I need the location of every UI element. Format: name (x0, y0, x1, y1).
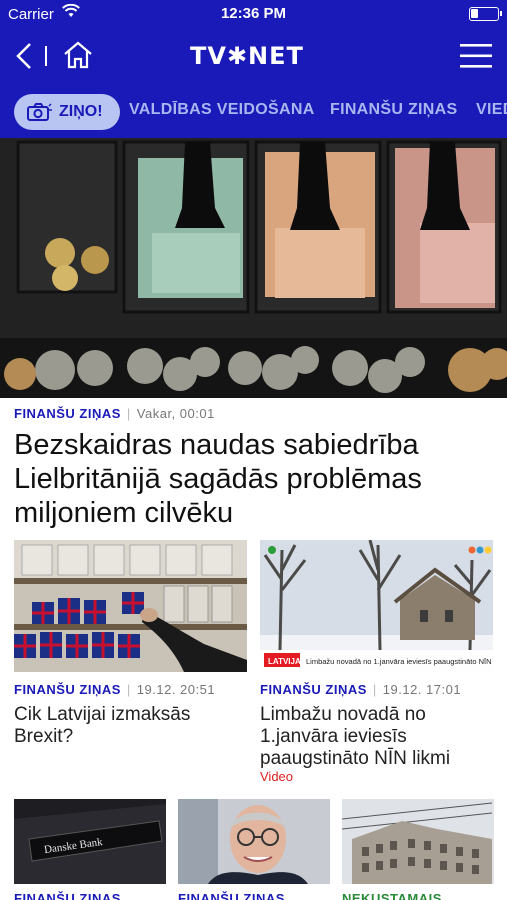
nav-divider (45, 46, 47, 66)
tab-finansu-zinas[interactable]: FINANŠU ZIŅAS (330, 101, 457, 119)
small-card-meta-2: FINANŠU ZIŅAS (178, 891, 285, 900)
article-category-limbazi[interactable]: FINANŠU ZIŅAS (260, 682, 367, 697)
hero-article-category[interactable]: FINANŠU ZIŅAS (14, 406, 121, 421)
video-caption: Limbažu novadā no 1.janvāra ieviesīs paa… (306, 657, 493, 666)
back-icon[interactable] (14, 41, 34, 76)
small-card-meta-1: FINANŠU ZIŅAS (14, 891, 121, 900)
svg-text:LATVIJA: LATVIJA (268, 657, 301, 666)
tab-vied[interactable]: VIED (476, 101, 507, 119)
battery-icon (469, 7, 502, 21)
article-image-brexit[interactable] (14, 540, 247, 672)
nav-bar: TV✱NET (0, 28, 507, 84)
article-title-limbazi[interactable]: Limbažu novadā no 1.janvāra ieviesīs paa… (260, 704, 496, 770)
status-bar: Carrier 12:36 PM (0, 0, 507, 28)
article-date-brexit: 19.12. 20:51 (136, 682, 216, 697)
article-meta-brexit: FINANŠU ZIŅAS | 19.12. 20:51 (14, 682, 216, 697)
small-card-meta-3: NEKUSTAMAIS ĪPAŠUMS (342, 891, 507, 900)
hero-article-image[interactable] (0, 138, 507, 398)
category-tab-bar: ZIŅO! VALDĪBAS VEIDOŠANA FINANŠU ZIŅAS V… (0, 84, 507, 138)
article-title-brexit[interactable]: Cik Latvijai izmaksās Brexit? (14, 704, 247, 748)
hero-article-title[interactable]: Bezskaidras naudas sabiedrība Lielbritān… (14, 428, 494, 530)
article-date-limbazi: 19.12. 17:01 (382, 682, 462, 697)
hero-article-date: Vakar, 00:01 (136, 406, 215, 421)
article-image-building[interactable] (342, 799, 494, 884)
clock: 12:36 PM (220, 5, 287, 22)
article-image-limbazi[interactable]: LATVIJA Limbažu novadā no 1.janvāra ievi… (260, 540, 493, 672)
home-icon[interactable] (62, 40, 94, 75)
camera-icon (26, 102, 52, 127)
hero-article-meta: FINANŠU ZIŅAS | Vakar, 00:01 (14, 406, 215, 421)
hamburger-menu-icon[interactable] (459, 42, 493, 75)
tab-valdibas-veidosana[interactable]: VALDĪBAS VEIDOŠANA (129, 101, 315, 119)
video-badge: Video (260, 769, 294, 784)
article-image-portrait[interactable] (178, 799, 330, 884)
small-card-category-3[interactable]: NEKUSTAMAIS ĪPAŠUMS (342, 891, 442, 900)
report-news-button[interactable]: ZIŅO! (14, 94, 120, 130)
small-card-category-1[interactable]: FINANŠU ZIŅAS (14, 891, 121, 900)
article-image-danske-bank[interactable]: Danske Bank (14, 799, 166, 884)
small-card-category-2[interactable]: FINANŠU ZIŅAS (178, 891, 285, 900)
site-logo[interactable]: TV✱NET (190, 42, 304, 70)
article-meta-limbazi: FINANŠU ZIŅAS | 19.12. 17:01 (260, 682, 462, 697)
report-news-label: ZIŅO! (59, 103, 103, 120)
article-category-brexit[interactable]: FINANŠU ZIŅAS (14, 682, 121, 697)
